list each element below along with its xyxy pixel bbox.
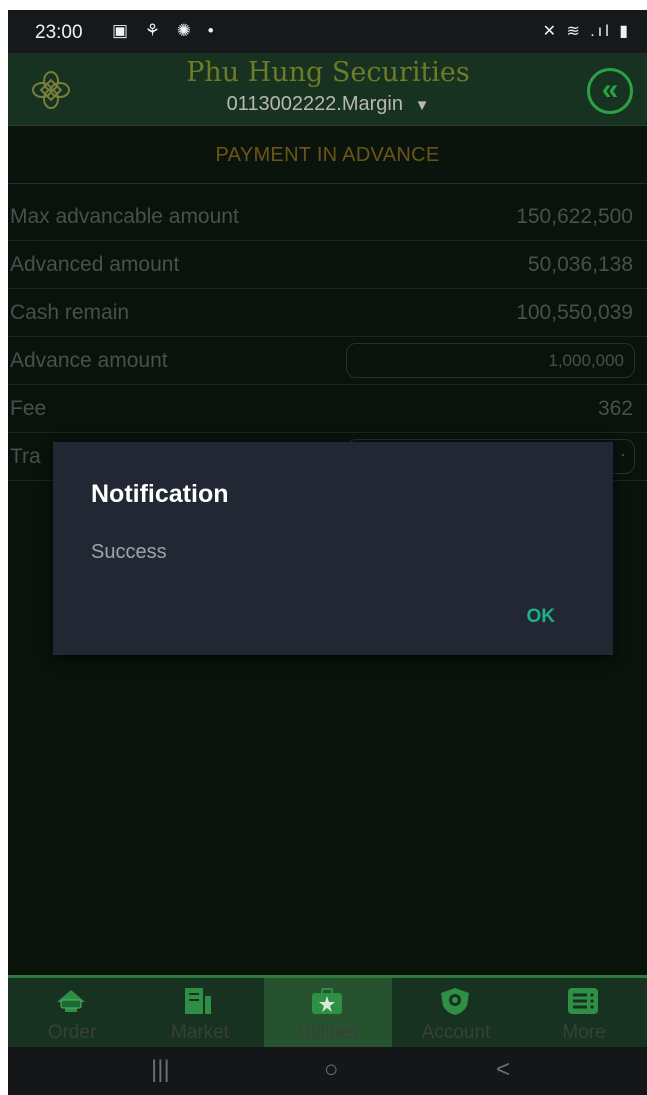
- app-header: Phu Hung Securities 0113002222.Margin ▼ …: [8, 53, 647, 126]
- dialog-title: Notification: [91, 480, 229, 508]
- row-value: 50,036,138: [527, 253, 633, 276]
- signal-battery-icons: ✕ ≋ .ıl ▮: [542, 23, 631, 40]
- dialog-message: Success: [91, 541, 167, 563]
- home-button[interactable]: ○: [324, 1056, 339, 1084]
- shield-icon: [441, 988, 469, 1015]
- tab-label: Account: [421, 1022, 491, 1043]
- advance-form: Max advancable amount 150,622,500 Advanc…: [8, 193, 647, 481]
- back-button[interactable]: «: [587, 68, 633, 114]
- brand-name: Phu Hung Securities: [186, 57, 470, 88]
- row-max-advancable: Max advancable amount 150,622,500: [8, 193, 647, 241]
- tab-more[interactable]: More: [520, 978, 647, 1050]
- account-selector[interactable]: 0113002222.Margin ▼: [158, 93, 498, 116]
- tab-label: Order: [47, 1022, 97, 1043]
- recents-button[interactable]: |||: [151, 1056, 170, 1084]
- row-label: Advanced amount: [10, 253, 180, 276]
- tab-label: More: [562, 1022, 606, 1043]
- phone-screen: 23:00 ▣ ⚘ ✺ • ✕ ≋ .ıl ▮ Phu Hung Securit…: [8, 10, 647, 1095]
- row-label: Tra: [10, 445, 41, 468]
- account-number: 0113002222.Margin: [226, 93, 403, 115]
- caret-down-icon: ▼: [414, 97, 430, 114]
- row-value: 150,622,500: [516, 205, 633, 228]
- tab-order[interactable]: Order: [8, 978, 136, 1050]
- row-label: Cash remain: [10, 301, 130, 324]
- menu-icon: [568, 988, 598, 1014]
- advance-amount-input[interactable]: 1,000,000: [346, 343, 635, 378]
- system-back-button[interactable]: <: [496, 1056, 510, 1084]
- tab-utilities[interactable]: Utilities: [264, 978, 392, 1050]
- row-label: Fee: [10, 397, 47, 420]
- bottom-nav: Order Market Utilities Account More: [8, 975, 647, 1050]
- tab-account[interactable]: Account: [392, 978, 520, 1050]
- order-icon: [57, 990, 85, 1012]
- password-dot: ·: [620, 444, 626, 464]
- logo-icon: [32, 71, 70, 109]
- notification-icons: ▣ ⚘ ✺ •: [112, 21, 220, 40]
- page-title: PAYMENT IN ADVANCE: [215, 144, 440, 166]
- row-label: Advance amount: [10, 349, 168, 372]
- ok-button[interactable]: OK: [527, 606, 556, 628]
- notification-dialog: Notification Success OK: [53, 442, 613, 655]
- system-nav-bar: ||| ○ <: [8, 1047, 647, 1095]
- page-title-bar: PAYMENT IN ADVANCE: [8, 126, 647, 184]
- status-time: 23:00: [35, 22, 83, 43]
- status-bar: 23:00 ▣ ⚘ ✺ • ✕ ≋ .ıl ▮: [8, 10, 647, 53]
- star-briefcase-icon: [312, 988, 342, 1014]
- row-label: Max advancable amount: [10, 205, 239, 228]
- tab-market[interactable]: Market: [136, 978, 264, 1050]
- row-advanced-amount: Advanced amount 50,036,138: [8, 241, 647, 289]
- tab-label: Utilities: [297, 1022, 359, 1043]
- row-fee: Fee 362: [8, 385, 647, 433]
- advance-amount-value: 1,000,000: [548, 351, 624, 370]
- row-cash-remain: Cash remain 100,550,039: [8, 289, 647, 337]
- tab-label: Market: [170, 1022, 230, 1043]
- row-value: 100,550,039: [516, 301, 633, 324]
- market-icon: [185, 988, 211, 1014]
- row-advance-amount: Advance amount 1,000,000: [8, 337, 647, 385]
- row-value: 362: [597, 397, 633, 420]
